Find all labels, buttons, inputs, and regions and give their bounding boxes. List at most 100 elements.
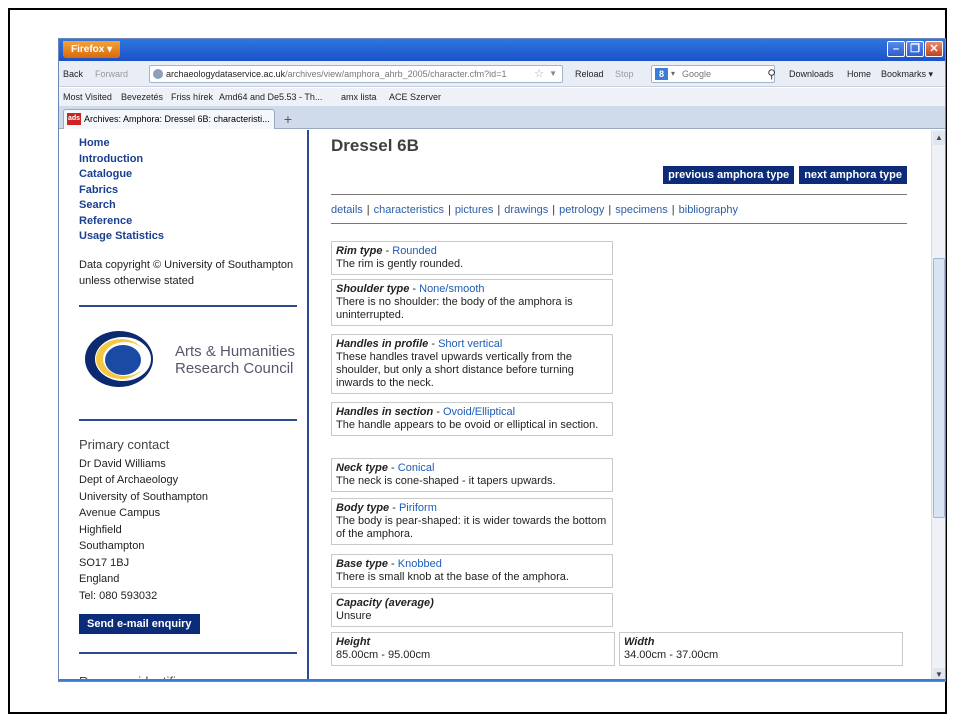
bookmarks-button[interactable]: Bookmarks ▾ — [881, 69, 933, 80]
bookmark-item[interactable]: amx lista — [341, 92, 377, 102]
section-tabs: details | characteristics | pictures | drawing… — [331, 204, 738, 216]
forward-button[interactable]: Forward — [95, 69, 128, 79]
site-identity-icon[interactable] — [153, 69, 163, 79]
characteristic-value: Piriform — [398, 502, 437, 514]
characteristic-capacity: Capacity (average) Unsure — [331, 593, 613, 627]
tab-petrology[interactable]: petrology — [559, 204, 604, 216]
bookmarks-toolbar: Most Visited Bevezetés Friss hírek Amd64… — [59, 88, 945, 106]
address-line: Avenue Campus — [79, 507, 161, 519]
measurement-value: 34.00cm - 37.00cm — [624, 649, 719, 661]
new-tab-icon[interactable]: + — [279, 111, 297, 127]
characteristic-value: None/smooth — [419, 283, 485, 295]
characteristic-label: Base type — [336, 558, 388, 570]
search-placeholder: Google — [682, 69, 712, 79]
bookmark-item[interactable]: Amd64 and De5.53 - Th... — [219, 92, 322, 102]
tab-pictures[interactable]: pictures — [455, 204, 494, 216]
characteristic-label: Handles in profile — [336, 338, 429, 350]
navigation-toolbar: Back Forward archaeologydataservice.ac.u… — [59, 61, 945, 87]
send-email-button[interactable]: Send e-mail enquiry — [79, 614, 200, 634]
page-load-line — [59, 679, 945, 681]
tab-characteristics[interactable]: characteristics — [374, 204, 444, 216]
divider — [79, 418, 297, 421]
downloads-button[interactable]: Downloads — [789, 69, 834, 79]
measurement-value: 85.00cm - 95.00cm — [336, 649, 431, 661]
sidebar-link-search[interactable]: Search — [79, 198, 307, 214]
url-path: /archives/view/amphora_ahrb_2005/charact… — [285, 69, 507, 79]
characteristic-shoulder-type: Shoulder type - None/smooth There is no … — [331, 279, 613, 326]
divider — [79, 304, 297, 307]
characteristic-handles-in-profile: Handles in profile - Short vertical Thes… — [331, 334, 613, 394]
sidebar-link-introduction[interactable]: Introduction — [79, 152, 307, 168]
sidebar-link-reference[interactable]: Reference — [79, 214, 307, 230]
tab-active[interactable]: ads Archives: Amphora: Dressel 6B: chara… — [63, 109, 275, 129]
web-page: Home Introduction Catalogue Fabrics Sear… — [59, 130, 933, 681]
firefox-menu-button[interactable]: Firefox ▾ — [63, 41, 121, 58]
tab-specimens[interactable]: specimens — [615, 204, 668, 216]
search-engine-dropdown-icon[interactable]: ▾ — [671, 66, 675, 82]
characteristic-label: Body type — [336, 502, 390, 514]
url-bar[interactable]: archaeologydataservice.ac.uk/archives/vi… — [149, 65, 563, 83]
sidebar-link-usage-statistics[interactable]: Usage Statistics — [79, 229, 307, 245]
ahrc-logo-text: Arts & Humanities Research Council — [175, 343, 295, 377]
characteristic-value: Short vertical — [438, 338, 503, 350]
characteristic-value: Knobbed — [397, 558, 442, 570]
bookmark-star-icon[interactable]: ☆ — [534, 66, 544, 82]
characteristic-description: There is no shoulder: the body of the am… — [336, 296, 573, 321]
url-domain: archaeologydataservice.ac.uk — [166, 69, 286, 79]
sidebar: Home Introduction Catalogue Fabrics Sear… — [59, 130, 309, 681]
bookmark-item[interactable]: Friss hírek — [171, 92, 213, 102]
measurement-label: Height — [336, 636, 371, 648]
search-icon[interactable]: ⚲ — [767, 66, 776, 82]
window-controls: – ❐ ✕ — [887, 41, 943, 57]
stop-button[interactable]: Stop — [615, 69, 634, 79]
contact-address: Dr David Williams Dept of Archaeology Un… — [79, 456, 307, 605]
primary-contact-heading: Primary contact — [79, 436, 170, 452]
characteristic-body-type: Body type - Piriform The body is pear-sh… — [331, 498, 613, 545]
characteristic-description: Unsure — [336, 610, 372, 622]
sidebar-link-fabrics[interactable]: Fabrics — [79, 183, 307, 199]
characteristic-description: The rim is gently rounded. — [336, 258, 464, 270]
google-icon[interactable]: 8 — [655, 68, 668, 80]
vertical-scrollbar[interactable]: ▲ ▼ — [931, 130, 945, 681]
browser-window: Firefox ▾ – ❐ ✕ Back Forward archaeology… — [58, 38, 946, 682]
bookmark-item[interactable]: ACE Szerver — [389, 92, 441, 102]
characteristic-neck-type: Neck type - Conical The neck is cone-sha… — [331, 458, 613, 492]
scroll-up-icon[interactable]: ▲ — [933, 131, 945, 145]
address-line: Southampton — [79, 540, 145, 552]
previous-type-button[interactable]: previous amphora type — [663, 166, 795, 184]
scrollbar-thumb[interactable] — [933, 258, 945, 518]
tab-details[interactable]: details — [331, 204, 363, 216]
tab-drawings[interactable]: drawings — [504, 204, 548, 216]
bookmark-item[interactable]: Bevezetés — [121, 92, 163, 102]
address-line: Tel: 080 593032 — [79, 589, 158, 602]
characteristic-label: Capacity (average) — [336, 597, 434, 609]
next-type-button[interactable]: next amphora type — [799, 166, 907, 184]
bookmark-item[interactable]: Most Visited — [63, 92, 112, 102]
sidebar-link-home[interactable]: Home — [79, 136, 307, 152]
restore-icon[interactable]: ❐ — [906, 41, 924, 57]
characteristic-base-type: Base type - Knobbed There is small knob … — [331, 554, 613, 588]
logo-line-2: Research Council — [175, 359, 294, 377]
measurement-width: Width 34.00cm - 37.00cm — [619, 632, 903, 666]
address-line: Dr David Williams — [79, 457, 166, 470]
reload-button[interactable]: Reload — [575, 69, 604, 79]
minimize-icon[interactable]: – — [887, 41, 905, 57]
close-icon[interactable]: ✕ — [925, 41, 943, 57]
address-line: Dept of Archaeology — [79, 474, 179, 486]
home-button[interactable]: Home — [847, 69, 871, 79]
sidebar-link-catalogue[interactable]: Catalogue — [79, 167, 307, 183]
tab-bibliography[interactable]: bibliography — [679, 204, 738, 216]
characteristic-value: Ovoid/Elliptical — [442, 406, 516, 418]
page-title: Dressel 6B — [331, 136, 419, 155]
ahrc-logo[interactable]: Arts & Humanities Research Council — [83, 329, 307, 389]
search-input[interactable]: 8 ▾ Google ⚲ — [651, 65, 776, 83]
divider — [79, 652, 297, 654]
url-dropdown-icon[interactable]: ▼ — [549, 66, 557, 82]
characteristic-label: Shoulder type — [336, 283, 410, 295]
characteristic-description: These handles travel upwards vertically … — [336, 351, 574, 389]
address-line: SO17 1BJ — [79, 556, 130, 569]
back-button[interactable]: Back — [63, 69, 83, 79]
title-bar: Firefox ▾ – ❐ ✕ — [59, 39, 945, 61]
sidebar-nav: Home Introduction Catalogue Fabrics Sear… — [79, 136, 307, 245]
characteristic-description: The body is pear-shaped: it is wider tow… — [336, 515, 607, 540]
